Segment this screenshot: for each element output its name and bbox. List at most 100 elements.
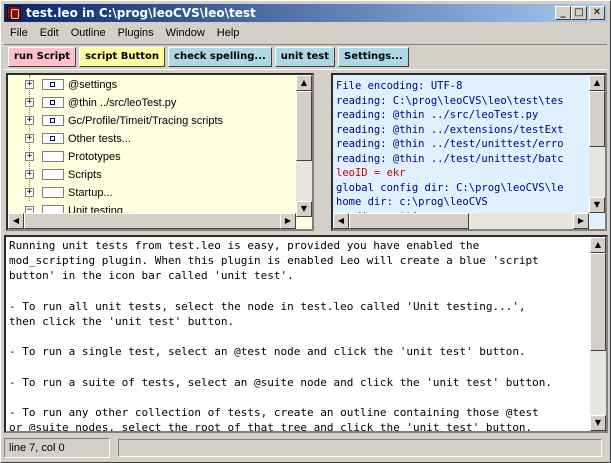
window-controls: _ □ ✕ bbox=[555, 6, 605, 20]
outline-node[interactable]: + Startup... bbox=[8, 184, 298, 202]
outline-tree: + @settings + @thin ../src/leoTest.py + Gc/Pr… bbox=[8, 75, 298, 229]
menu-file[interactable]: File bbox=[4, 27, 34, 39]
expand-icon[interactable]: + bbox=[25, 188, 34, 197]
body-line[interactable]: Running unit tests from test.leo is easy… bbox=[9, 238, 593, 253]
body-line[interactable] bbox=[9, 329, 593, 344]
window-title: test.leo in C:\prog\leoCVS\leo\test bbox=[26, 6, 256, 20]
outline-node[interactable]: + Other tests... bbox=[8, 130, 298, 148]
outline-node[interactable]: + @settings bbox=[8, 76, 298, 94]
outline-node-label[interactable]: Startup... bbox=[68, 187, 113, 199]
scroll-down-icon[interactable]: ▼ bbox=[589, 197, 605, 213]
leo-app-icon[interactable] bbox=[7, 6, 21, 20]
body-line[interactable]: mod_scripting plugin. When this plugin i… bbox=[9, 253, 593, 268]
unit-test-button[interactable]: unit test bbox=[274, 47, 336, 67]
expand-icon[interactable]: + bbox=[25, 170, 34, 179]
minimize-button[interactable]: _ bbox=[555, 6, 571, 20]
check-spelling-button[interactable]: check spelling... bbox=[168, 47, 272, 67]
outline-node-label[interactable]: Prototypes bbox=[68, 151, 121, 163]
expand-icon[interactable]: + bbox=[25, 98, 34, 107]
scroll-right-icon[interactable]: ▶ bbox=[573, 213, 589, 229]
scroll-down-icon[interactable]: ▼ bbox=[590, 415, 606, 431]
body-scroll-thumb[interactable] bbox=[590, 253, 606, 351]
body-vertical-scrollbar[interactable]: ▲ ▼ bbox=[590, 237, 606, 431]
menu-window[interactable]: Window bbox=[160, 27, 211, 39]
scroll-left-icon[interactable]: ◀ bbox=[8, 213, 24, 229]
log-hscroll-thumb[interactable] bbox=[349, 213, 469, 229]
body-line[interactable] bbox=[9, 360, 593, 375]
log-vertical-scrollbar[interactable]: ▲ ▼ bbox=[589, 75, 605, 213]
maximize-button[interactable]: □ bbox=[571, 6, 587, 20]
log-horizontal-scrollbar[interactable]: ◀ ▶ bbox=[333, 213, 589, 229]
outline-node-label[interactable]: Scripts bbox=[68, 169, 102, 181]
expand-icon[interactable]: + bbox=[25, 134, 34, 143]
body-line[interactable]: - To run any other collection of tests, … bbox=[9, 405, 593, 420]
log-line: leoID = ekr bbox=[336, 167, 406, 179]
pane-splitter[interactable] bbox=[316, 73, 329, 231]
body-line[interactable]: - To run all unit tests, select the node… bbox=[9, 299, 593, 314]
scroll-up-icon[interactable]: ▲ bbox=[590, 237, 606, 253]
scroll-down-icon[interactable]: ▼ bbox=[296, 201, 312, 217]
menu-edit[interactable]: Edit bbox=[34, 27, 65, 39]
run-script-button[interactable]: run Script bbox=[8, 47, 77, 67]
outline-node[interactable]: + @thin ../src/leoTest.py bbox=[8, 94, 298, 112]
body-line[interactable]: then click the 'unit test' button. bbox=[9, 314, 593, 329]
menu-plugins[interactable]: Plugins bbox=[112, 27, 160, 39]
body-line[interactable]: or @suite nodes, select the root of that… bbox=[9, 420, 593, 431]
log-line: File encoding: UTF-8 bbox=[336, 80, 463, 92]
body-line[interactable]: - To run a suite of tests, select an @su… bbox=[9, 375, 593, 390]
body-line[interactable]: - To run a single test, select an @test … bbox=[9, 344, 593, 359]
node-icon[interactable] bbox=[42, 79, 64, 90]
log-line: reading: C:\prog\leoCVS\leo\test\tes bbox=[336, 94, 564, 107]
app-window: test.leo in C:\prog\leoCVS\leo\test _ □ … bbox=[0, 0, 611, 463]
outline-hscroll-thumb[interactable] bbox=[24, 213, 284, 229]
expand-icon[interactable]: + bbox=[25, 152, 34, 161]
log-line: reading: @thin ../extensions/testExt bbox=[336, 123, 564, 136]
node-marker-icon bbox=[50, 136, 55, 141]
node-marker-icon bbox=[50, 82, 55, 87]
menu-bar: File Edit Outline Plugins Window Help bbox=[4, 23, 607, 42]
scroll-up-icon[interactable]: ▲ bbox=[296, 75, 312, 91]
log-text: File encoding: UTF-8 reading: C:\prog\leo… bbox=[336, 79, 594, 213]
log-line: global config dir: C:\prog\leoCVS\le bbox=[336, 181, 564, 194]
outline-node-label[interactable]: Gc/Profile/Timeit/Tracing scripts bbox=[68, 115, 223, 127]
status-message-field bbox=[118, 439, 602, 457]
menu-outline[interactable]: Outline bbox=[65, 27, 112, 39]
settings-button[interactable]: Settings... bbox=[338, 47, 409, 67]
scroll-up-icon[interactable]: ▲ bbox=[589, 75, 605, 91]
scroll-left-icon[interactable]: ◀ bbox=[333, 213, 349, 229]
outline-pane[interactable]: + @settings + @thin ../src/leoTest.py + Gc/Pr… bbox=[6, 73, 314, 231]
body-text[interactable]: Running unit tests from test.leo is easy… bbox=[9, 238, 593, 431]
scroll-right-icon[interactable]: ▶ bbox=[280, 213, 296, 229]
log-line: home dir: c:\prog\leoCVS bbox=[336, 196, 488, 208]
node-icon[interactable] bbox=[42, 169, 64, 180]
body-line[interactable]: button' in the icon bar called 'unit tes… bbox=[9, 268, 593, 283]
node-icon[interactable] bbox=[42, 187, 64, 198]
outline-node-label[interactable]: @thin ../src/leoTest.py bbox=[68, 97, 176, 109]
title-bar[interactable]: test.leo in C:\prog\leoCVS\leo\test _ □ … bbox=[4, 4, 607, 22]
body-line[interactable] bbox=[9, 390, 593, 405]
outline-node[interactable]: + Scripts bbox=[8, 166, 298, 184]
icon-bar: run Script script Button check spelling.… bbox=[4, 44, 607, 70]
node-icon[interactable] bbox=[42, 151, 64, 162]
node-marker-icon bbox=[50, 100, 55, 105]
close-button[interactable]: ✕ bbox=[589, 6, 605, 20]
log-pane[interactable]: File encoding: UTF-8 reading: C:\prog\leo… bbox=[331, 73, 607, 231]
menu-help[interactable]: Help bbox=[211, 27, 246, 39]
body-line[interactable] bbox=[9, 284, 593, 299]
outline-scroll-thumb[interactable] bbox=[296, 91, 312, 161]
script-button-button[interactable]: script Button bbox=[79, 47, 166, 67]
log-scroll-thumb[interactable] bbox=[589, 91, 605, 147]
expand-icon[interactable]: + bbox=[25, 80, 34, 89]
outline-node-label[interactable]: Other tests... bbox=[68, 133, 131, 145]
outline-node[interactable]: + Prototypes bbox=[8, 148, 298, 166]
node-icon[interactable] bbox=[42, 115, 64, 126]
node-icon[interactable] bbox=[42, 133, 64, 144]
outline-node-label[interactable]: @settings bbox=[68, 79, 117, 91]
body-editor[interactable]: Running unit tests from test.leo is easy… bbox=[4, 235, 608, 433]
expand-icon[interactable]: + bbox=[25, 116, 34, 125]
outline-node[interactable]: + Gc/Profile/Timeit/Tracing scripts bbox=[8, 112, 298, 130]
node-icon[interactable] bbox=[42, 97, 64, 108]
outline-vertical-scrollbar[interactable]: ▲ ▼ bbox=[296, 75, 312, 217]
outline-horizontal-scrollbar[interactable]: ◀ ▶ bbox=[8, 213, 296, 229]
node-marker-icon bbox=[50, 118, 55, 123]
